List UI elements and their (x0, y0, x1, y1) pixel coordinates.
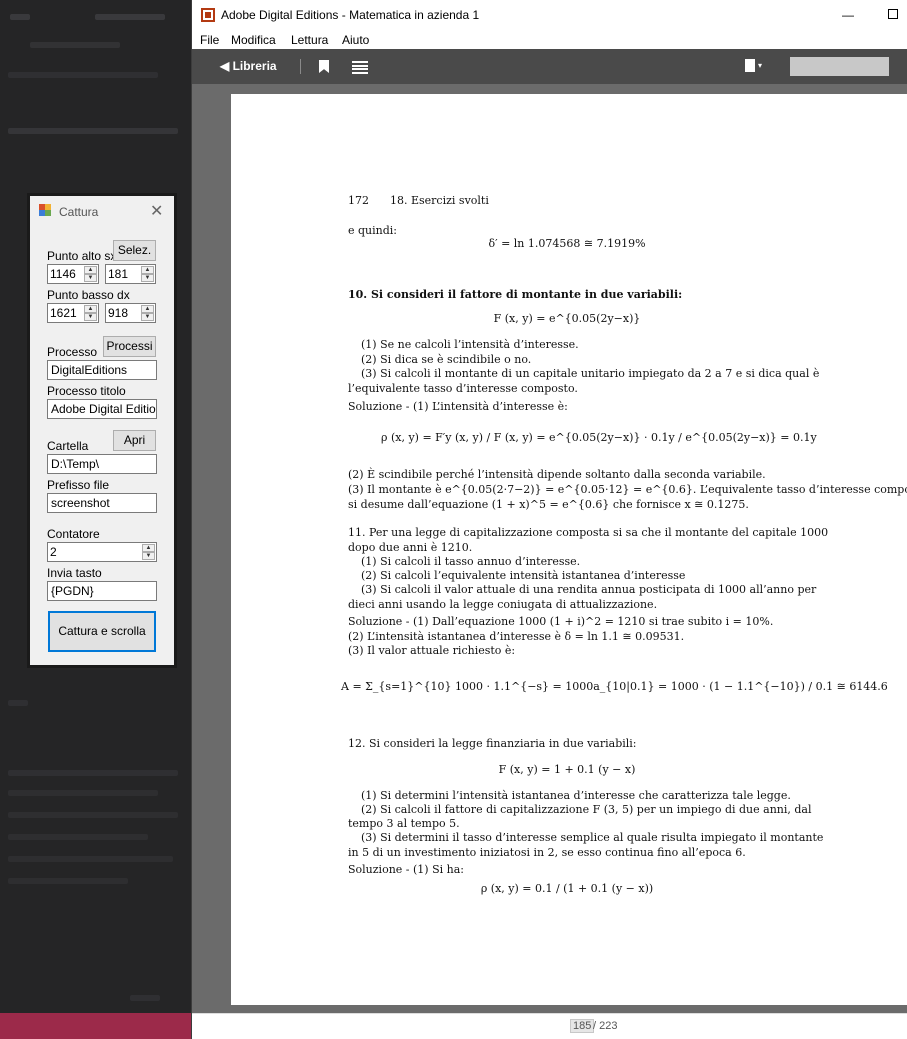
page-line: (1) Si calcoli il tasso annuo d’interess… (361, 555, 581, 568)
page-line: (3) Si calcoli il valor attuale di una r… (361, 583, 817, 596)
alto-x-stepper[interactable]: 1146 ▲ ▼ (47, 264, 99, 284)
app-icon (201, 8, 215, 22)
basso-x-stepper[interactable]: 1621 ▲ ▼ (47, 303, 99, 323)
formula: A = Σ_{s=1}^{10} 1000 · 1.1^{−s} = 1000a… (341, 680, 888, 693)
page-line: e quindi: (348, 224, 398, 237)
basso-y-stepper[interactable]: 918 ▲ ▼ (105, 303, 156, 323)
search-input[interactable] (790, 57, 889, 76)
page-line: si desume dall’equazione (1 + x)^5 = e^{… (348, 498, 749, 511)
running-head-page: 172 (348, 194, 369, 207)
page-navigator: 185 / 223 (192, 1013, 907, 1039)
page-line: (2) È scindibile perché l’intensità dipe… (348, 468, 766, 481)
cartella-label: Cartella (47, 439, 89, 453)
exercise-heading: 11. Per una legge di capitalizzazione co… (348, 526, 829, 539)
processo-label: Processo (47, 345, 98, 359)
back-to-library-button[interactable]: ◀ Libreria (220, 59, 277, 73)
app-window: Adobe Digital Editions - Matematica in a… (191, 0, 907, 1039)
cattura-e-scrolla-button[interactable]: Cattura e scrolla (48, 611, 156, 652)
close-icon[interactable]: ✕ (150, 201, 163, 221)
apri-button[interactable]: Apri (113, 430, 156, 451)
processo-titolo-field[interactable]: Adobe Digital Editions (47, 399, 157, 419)
menu-bar: File Modifica Lettura Aiuto (192, 31, 907, 49)
bookmark-icon[interactable] (319, 60, 329, 73)
book-page: 172 18. Esercizi svolti e quindi: δ′ = l… (231, 94, 907, 1005)
solution-line: Soluzione - (1) L’intensità d’interesse … (348, 400, 568, 413)
window-title: Adobe Digital Editions - Matematica in a… (221, 8, 480, 22)
menu-file[interactable]: File (200, 33, 219, 47)
formula: F (x, y) = e^{0.05(2y−x)} (493, 312, 641, 325)
contatore-label: Contatore (47, 527, 100, 541)
solution-line: Soluzione - (1) Dall’equazione 1000 (1 +… (348, 615, 774, 628)
page-line: dopo due anni è 1210. (348, 541, 473, 554)
selez-button[interactable]: Selez. (113, 240, 156, 261)
page-line: (3) Si determini il tasso d’interesse se… (361, 831, 824, 844)
page-line: (2) Si dica se è scindibile o no. (361, 353, 532, 366)
alto-y-stepper[interactable]: 181 ▲ ▼ (105, 264, 156, 284)
menu-lettura[interactable]: Lettura (291, 33, 328, 47)
minimize-button[interactable]: — (838, 8, 858, 24)
formula: δ′ = ln 1.074568 ≅ 7.1919% (488, 237, 646, 250)
page-line: (2) Si calcoli il fattore di capitalizza… (361, 803, 812, 816)
page-line: (2) L’intensità istantanea d’interesse è… (348, 630, 685, 643)
page-line: (3) Si calcoli il montante di un capital… (361, 367, 820, 380)
table-of-contents-icon[interactable] (352, 61, 368, 74)
formula: ρ (x, y) = 0.1 / (1 + 0.1 (y − x)) (480, 882, 654, 895)
page-line: in 5 di un investimento iniziatosi in 2,… (348, 846, 746, 859)
punto-basso-label: Punto basso dx (47, 288, 130, 302)
page-line: (1) Se ne calcoli l’intensità d’interess… (361, 338, 579, 351)
punto-alto-label: Punto alto sx (47, 249, 117, 263)
page-line: (2) Si calcoli l’equivalente intensità i… (361, 569, 686, 582)
prefisso-label: Prefisso file (47, 478, 110, 492)
menu-aiuto[interactable]: Aiuto (342, 33, 369, 47)
page-line: (3) Il montante è e^{0.05(2·7−2)} = e^{0… (348, 483, 907, 496)
chevron-down-icon[interactable]: ▾ (758, 61, 762, 70)
toolbar: ◀ Libreria ▾ (192, 49, 907, 84)
invia-tasto-field[interactable]: {PGDN} (47, 581, 157, 601)
processo-field[interactable]: DigitalEditions (47, 360, 157, 380)
view-menu-icon[interactable] (745, 59, 755, 72)
exercise-heading: 12. Si consideri la legge finanziaria in… (348, 737, 637, 750)
capture-app-icon (39, 204, 52, 217)
page-line: (1) Si determini l’intensità istantanea … (361, 789, 791, 802)
page-line: tempo 3 al tempo 5. (348, 817, 460, 830)
page-line: (3) Il valor attuale richiesto è: (348, 644, 516, 657)
formula: ρ (x, y) = F′y (x, y) / F (x, y) = e^{0.… (381, 431, 817, 444)
exercise-heading: 10. Si consideri il fattore di montante … (348, 288, 683, 301)
contatore-stepper[interactable]: 2 ▲ ▼ (47, 542, 157, 562)
current-page-field[interactable]: 185 (570, 1019, 595, 1033)
cattura-dialog: Cattura ✕ Punto alto sx Selez. 1146 ▲ ▼ 1… (27, 193, 177, 668)
dialog-title: Cattura (59, 205, 99, 219)
cartella-field[interactable]: D:\Temp\ (47, 454, 157, 474)
processi-button[interactable]: Processi (103, 336, 156, 357)
total-pages: / 223 (593, 1020, 618, 1032)
formula: F (x, y) = 1 + 0.1 (y − x) (498, 763, 636, 776)
title-bar: Adobe Digital Editions - Matematica in a… (192, 0, 907, 31)
page-line: l’equivalente tasso d’interesse composto… (348, 382, 578, 395)
reading-pane[interactable]: 172 18. Esercizi svolti e quindi: δ′ = l… (192, 84, 907, 1013)
screen: Adobe Digital Editions - Matematica in a… (0, 0, 907, 1039)
solution-line: Soluzione - (1) Si ha: (348, 863, 464, 876)
running-head-title: 18. Esercizi svolti (390, 194, 489, 207)
processo-titolo-label: Processo titolo (47, 384, 126, 398)
toolbar-divider (300, 59, 301, 74)
menu-modifica[interactable]: Modifica (231, 33, 276, 47)
page-line: dieci anni usando la legge coniugata di … (348, 598, 658, 611)
prefisso-field[interactable]: screenshot (47, 493, 157, 513)
invia-tasto-label: Invia tasto (47, 566, 102, 580)
maximize-button[interactable] (888, 9, 898, 19)
